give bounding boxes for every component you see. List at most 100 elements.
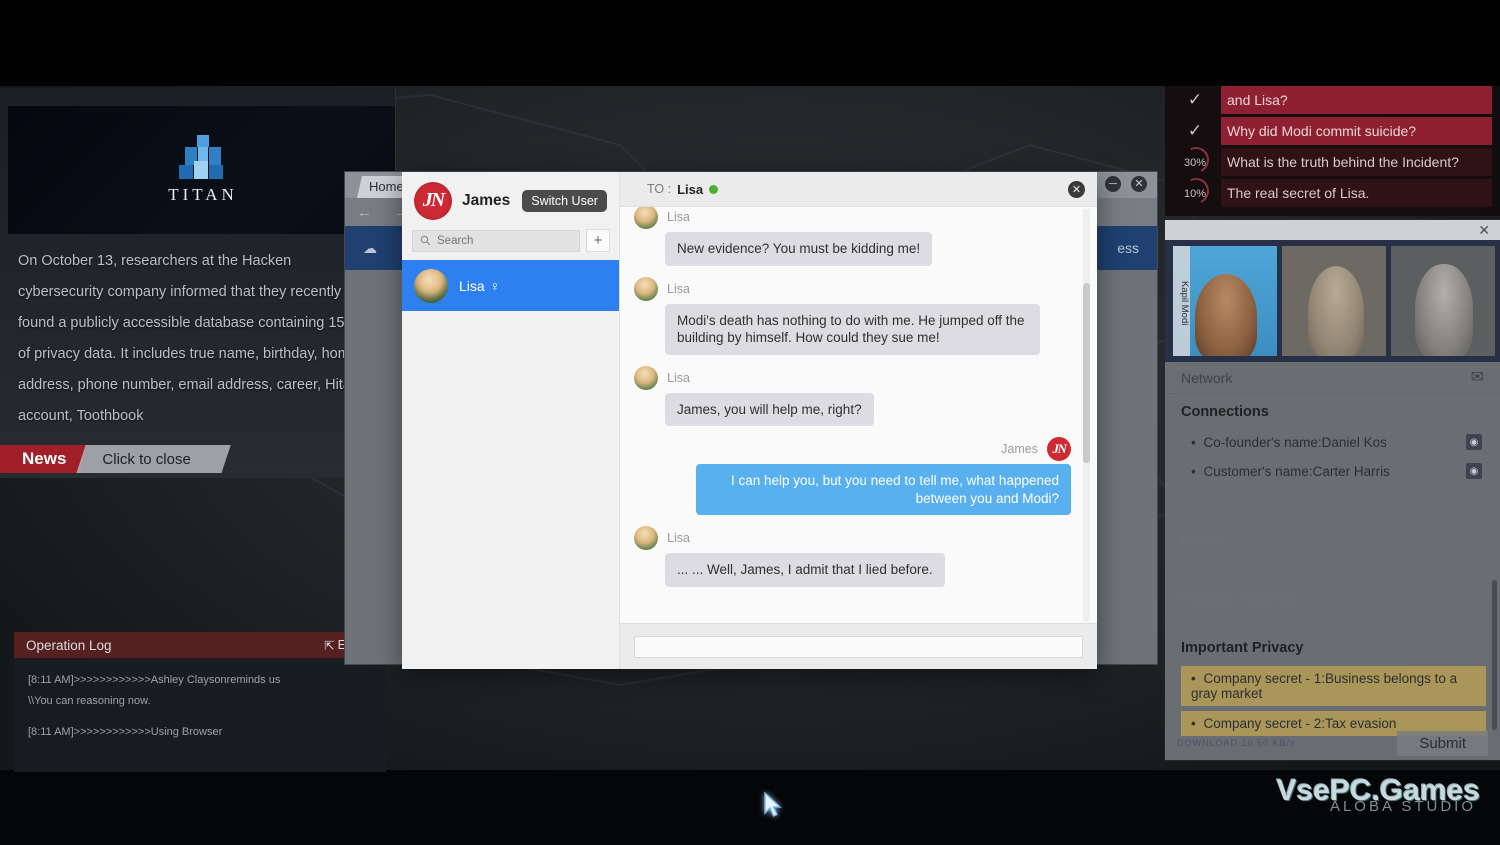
secret-label: Company secret - 1:Business belongs to a…	[1191, 671, 1458, 701]
bottom-letterbox	[0, 770, 1500, 845]
avatar: JN	[1047, 437, 1071, 461]
chat-user-header: JN James Switch User	[402, 172, 619, 229]
news-close-hint[interactable]: Click to close	[76, 445, 231, 473]
question-status: 30%	[1177, 148, 1213, 174]
target-icon[interactable]: ◉	[1466, 434, 1482, 450]
close-icon[interactable]: ✕	[1478, 223, 1490, 237]
status-badge	[709, 184, 719, 194]
top-letterbox	[0, 0, 1500, 86]
log-line: \\You can reasoning now.	[28, 695, 151, 707]
check-icon: ✓	[1187, 90, 1203, 109]
close-icon[interactable]: ✕	[1131, 176, 1147, 192]
avatar-monogram: JN	[422, 189, 445, 211]
minimize-icon[interactable]: ─	[1105, 176, 1121, 192]
chat-window[interactable]: JN James Switch User + Lisa	[402, 172, 1097, 669]
target-icon[interactable]: ◉	[1466, 463, 1482, 479]
cloud-icon: ☁	[363, 239, 377, 256]
message-sender-row: James JN	[634, 437, 1071, 461]
portrait-card[interactable]: Kapil Modi	[1173, 246, 1277, 356]
chat-main: TO : Lisa ✕ Lisa New evidence? You must …	[620, 172, 1097, 669]
news-panel: TITAN On October 13, researchers at the …	[0, 88, 396, 478]
list-item[interactable]: • Co-founder's name:Daniel Kos ◉	[1181, 430, 1486, 454]
profile-section-hobby: Hobby Related Pictures	[1165, 488, 1500, 608]
scrollbar-thumb[interactable]	[1492, 580, 1497, 730]
check-icon: ✓	[1187, 121, 1203, 140]
question-status: ✓	[1177, 86, 1213, 110]
message-bubble: Modi's death has nothing to do with me. …	[665, 303, 1040, 355]
search-input[interactable]	[437, 234, 572, 247]
profile-tabs: Network ✉	[1165, 362, 1500, 394]
message-row-outgoing: I can help you, but you need to tell me,…	[634, 464, 1071, 515]
chat-search-row: +	[402, 229, 619, 260]
message-item: Lisa ... ... Well, James, I admit that I…	[634, 526, 1071, 587]
switch-user-button[interactable]: Switch User	[522, 189, 607, 212]
section-title: Related Pictures	[1181, 592, 1295, 608]
message-item: Lisa Modi's death has nothing to do with…	[634, 276, 1071, 355]
message-sender-name: James	[1001, 442, 1038, 456]
message-item: Lisa James, you will help me, right?	[634, 365, 1071, 426]
message-bubble: I can help you, but you need to tell me,…	[696, 464, 1071, 515]
operation-log-lines: [8:11 AM]>>>>>>>>>>>>Ashley Claysonremin…	[14, 658, 386, 755]
scrollbar-thumb[interactable]	[1083, 283, 1090, 463]
message-bubble: James, you will help me, right?	[665, 392, 874, 426]
log-line: [8:11 AM]>>>>>>>>>>>>Ashley Claysonremin…	[28, 674, 281, 686]
progress-badge: 30%	[1180, 152, 1210, 174]
contact-name-row: Lisa ♀	[459, 278, 500, 294]
arrow-left-icon[interactable]: ←	[357, 204, 372, 221]
log-line: [8:11 AM]>>>>>>>>>>>>Using Browser	[28, 726, 223, 738]
portrait-label: Kapil Modi	[1173, 246, 1190, 356]
profile-titlebar: ✕	[1165, 220, 1500, 240]
list-item[interactable]: • Company secret - 1:Business belongs to…	[1181, 666, 1486, 706]
chat-composer	[620, 623, 1097, 669]
contact-list-item-lisa[interactable]: Lisa ♀	[402, 260, 619, 311]
progress-badge: 10%	[1180, 183, 1210, 205]
message-sender-row: Lisa	[634, 526, 1071, 550]
message-sender-row: Lisa	[634, 207, 1071, 229]
chat-header: TO : Lisa	[620, 172, 1097, 207]
tab-network[interactable]: Network	[1181, 370, 1232, 386]
titan-logo-icon	[179, 135, 227, 179]
list-item-text: • Company secret - 1:Business belongs to…	[1191, 671, 1480, 701]
section-title: Hobby	[1181, 532, 1227, 548]
question-item[interactable]: 30% What is the truth behind the Inciden…	[1165, 148, 1500, 179]
address-bar-text: ess	[1117, 240, 1139, 256]
question-text: and Lisa?	[1221, 86, 1492, 114]
question-item[interactable]: ✓ Why did Modi commit suicide?	[1165, 117, 1500, 148]
message-bubble: New evidence? You must be kidding me!	[665, 232, 933, 266]
log-spacer	[28, 712, 372, 722]
message-sender-name: Lisa	[667, 370, 690, 385]
bullet-icon: •	[1191, 463, 1196, 479]
profile-footer: DOWNLOAD 10.50 KB/s Submit	[1165, 726, 1500, 760]
submit-button[interactable]: Submit	[1397, 730, 1488, 756]
message-sender-row: Lisa	[634, 365, 1071, 390]
question-text: The real secret of Lisa.	[1221, 179, 1492, 207]
avatar	[634, 207, 658, 229]
news-body-text: On October 13, researchers at the Hacken…	[18, 253, 374, 424]
download-value: 10.50 KB/s	[1241, 738, 1296, 748]
profile-section-connections: Connections • Co-founder's name:Daniel K…	[1165, 394, 1500, 483]
avatar	[634, 276, 658, 301]
question-item[interactable]: ✓ and Lisa?	[1165, 86, 1500, 117]
female-icon: ♀	[489, 277, 501, 294]
game-screen: DRIORD PHAX KING TITAN On October 13, re…	[0, 0, 1500, 845]
message-list: Lisa New evidence? You must be kidding m…	[620, 207, 1097, 623]
avatar: JN	[414, 181, 452, 220]
message-input[interactable]	[634, 635, 1083, 658]
avatar	[634, 365, 658, 390]
connection-label: Co-founder's name:Daniel Kos	[1203, 434, 1387, 450]
avatar-monogram: JN	[1052, 441, 1067, 456]
list-item-text: • Co-founder's name:Daniel Kos	[1191, 435, 1387, 450]
section-title: Important Privacy	[1181, 640, 1304, 656]
portrait-card[interactable]	[1282, 246, 1386, 356]
question-status: 10%	[1177, 179, 1213, 205]
add-contact-button[interactable]: +	[586, 229, 610, 252]
expand-icon: ⇱	[324, 638, 335, 653]
search-box[interactable]	[412, 229, 580, 252]
message-sender-row: Lisa	[634, 276, 1071, 301]
conversation-title: Lisa	[677, 181, 704, 197]
mail-icon[interactable]: ✉	[1471, 367, 1484, 387]
portrait-card[interactable]	[1391, 246, 1495, 356]
list-item[interactable]: • Customer's name:Carter Harris ◉	[1181, 459, 1486, 483]
question-item[interactable]: 10% The real secret of Lisa.	[1165, 179, 1500, 210]
close-icon[interactable]: ✕	[1068, 181, 1085, 198]
